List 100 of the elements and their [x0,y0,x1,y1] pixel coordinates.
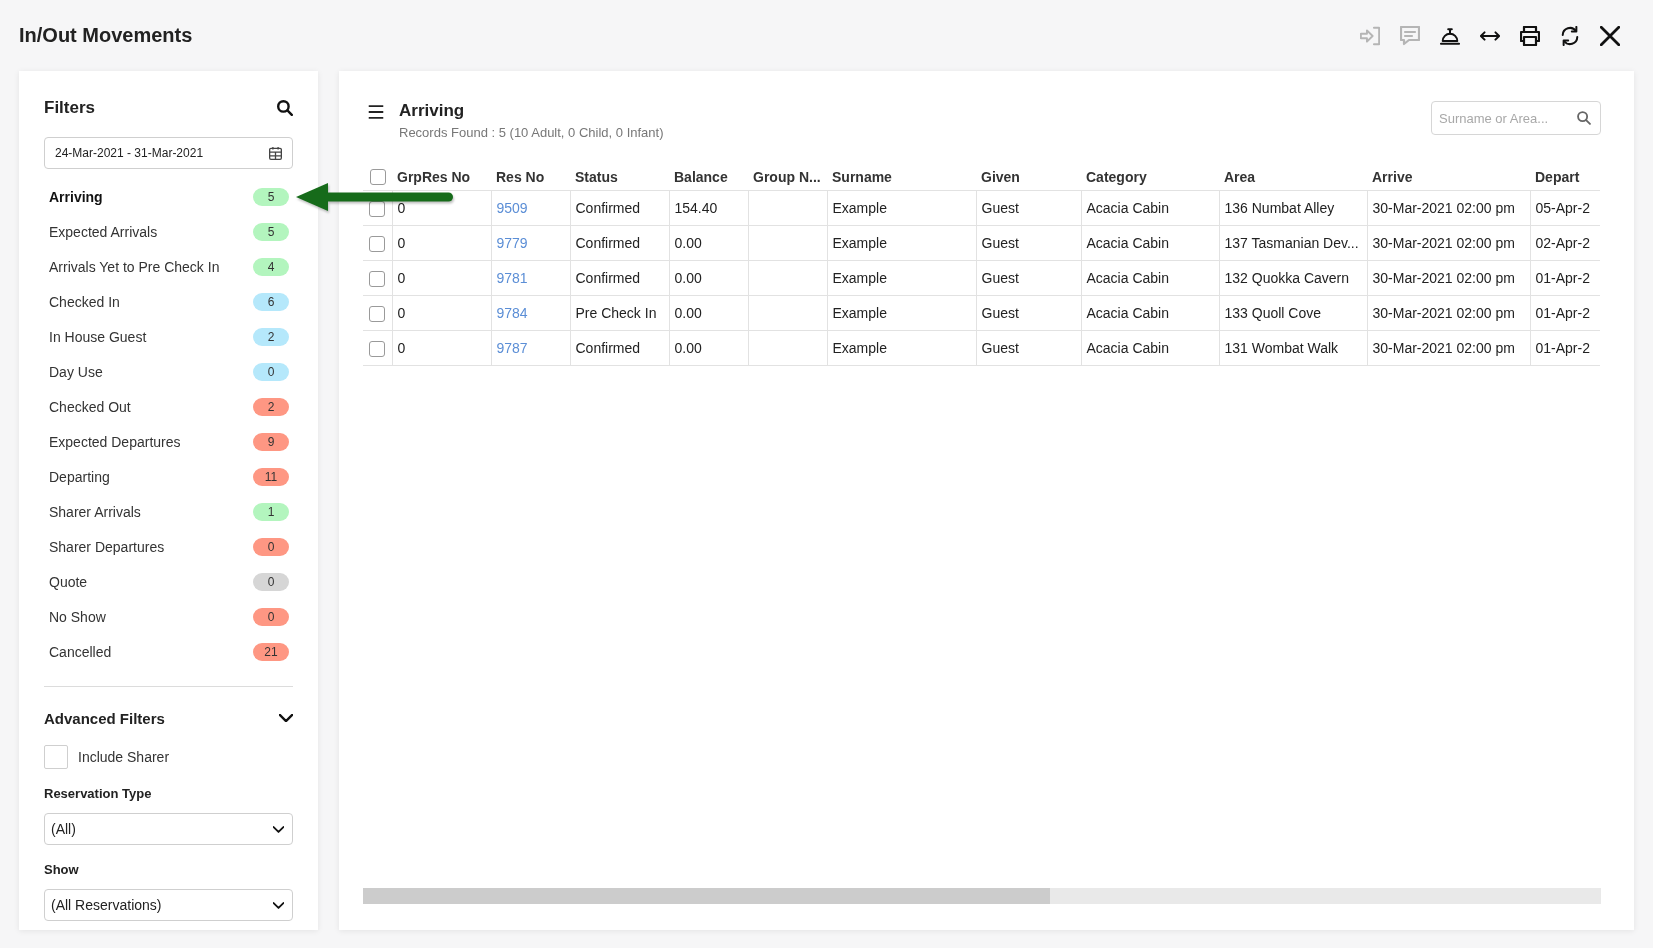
panel-title: Filters [44,98,96,118]
row-checkbox[interactable] [369,270,386,287]
date-range-field[interactable]: 24-Mar-2021 - 31-Mar-2021 [44,137,293,169]
filter-item[interactable]: Checked In 6 [44,284,293,319]
table-cell: 0.00 [674,305,702,321]
table-cell: Confirmed [575,270,641,286]
row-checkbox[interactable] [369,235,386,252]
dropdown[interactable]: (All) [44,813,293,845]
table-cell: Acacia Cabin [1086,305,1169,321]
count-badge: 5 [253,222,289,241]
column-header: Status [575,168,618,185]
filter-item[interactable]: Arriving 5 [44,179,293,214]
table-cell: Confirmed [575,235,641,251]
table-cell: 30-Mar-2021 02:00 pm [1372,340,1515,356]
table-cell: Example [832,235,887,251]
table-cell: Example [832,200,887,216]
list-title: Arriving [399,101,465,121]
checkbox[interactable] [44,745,68,769]
table-cell: 0 [397,270,406,286]
select-all-checkbox[interactable] [369,169,386,186]
table-cell: 137 Tasmanian Dev... [1224,235,1359,251]
filter-item[interactable]: Departing 11 [44,459,293,494]
filter-item[interactable]: Expected Arrivals 5 [44,214,293,249]
count-badge: 5 [253,187,289,206]
double-arrow-icon[interactable] [1480,30,1500,41]
row-checkbox[interactable] [369,340,386,357]
count-badge: 4 [253,257,289,276]
table-cell: Pre Check In [575,305,657,321]
column-header: GrpRes No [397,168,471,185]
table-cell: 30-Mar-2021 02:00 pm [1372,200,1515,216]
table-cell: Guest [981,340,1019,356]
table-cell: 0.00 [674,235,702,251]
calendar-icon[interactable] [269,146,282,160]
table-cell: 136 Numbat Alley [1224,200,1335,216]
table-cell: Confirmed [575,200,641,216]
table-cell: 0 [397,305,406,321]
count-badge: 11 [253,467,289,486]
filter-item[interactable]: Quote 0 [44,564,293,599]
table-cell: 05-Apr-2 [1535,200,1590,216]
chevron-down-icon [273,901,284,909]
column-header: Given [981,168,1020,185]
count-badge: 0 [253,607,289,626]
filter-item[interactable]: Sharer Arrivals 1 [44,494,293,529]
printer-icon[interactable] [1520,25,1540,46]
field-label: Reservation Type [44,785,152,803]
filter-item[interactable]: Checked Out 2 [44,389,293,424]
filter-item[interactable]: Cancelled 21 [44,634,293,669]
scrollbar-thumb[interactable] [363,888,1051,904]
table-cell: 0 [397,200,406,216]
filter-item[interactable]: Expected Departures 9 [44,424,293,459]
row-checkbox[interactable] [369,305,386,322]
table-cell: 133 Quoll Cove [1224,305,1321,321]
table-cell: Guest [981,235,1019,251]
count-badge: 1 [253,502,289,521]
menu-icon[interactable] [368,105,384,119]
table-cell: Acacia Cabin [1086,200,1169,216]
table-cell: 154.40 [674,200,718,216]
dropdown[interactable]: (All Reservations) [44,889,293,921]
table-cell: 01-Apr-2 [1535,340,1590,356]
count-badge: 0 [253,572,289,591]
table-cell: 0.00 [674,270,702,286]
table-cell: Acacia Cabin [1086,340,1169,356]
close-icon[interactable] [1600,25,1620,46]
table-cell: 0 [397,235,406,251]
filter-item[interactable]: In House Guest 2 [44,319,293,354]
table-cell: Guest [981,305,1019,321]
section-title: Advanced Filters [44,709,165,727]
field-label: Show [44,861,79,879]
filter-item[interactable]: No Show 0 [44,599,293,634]
column-header: Surname [832,168,892,185]
window-title: In/Out Movements [19,24,193,47]
column-header: Balance [674,168,728,185]
column-header: Group N... [753,168,821,185]
search-field[interactable]: Surname or Area... [1431,101,1601,135]
table-cell: Example [832,340,887,356]
checkbox-label: Include Sharer [78,749,170,765]
filter-item[interactable]: Day Use 0 [44,354,293,389]
table-cell: Confirmed [575,340,641,356]
count-badge: 6 [253,292,289,311]
count-badge: 0 [253,537,289,556]
bell-icon[interactable] [1440,25,1460,46]
table-cell: 30-Mar-2021 02:00 pm [1372,270,1515,286]
table-cell: Example [832,270,887,286]
filter-item[interactable]: Sharer Departures 0 [44,529,293,564]
table-cell: 01-Apr-2 [1535,305,1590,321]
table-cell: 132 Quokka Cavern [1224,270,1350,286]
table-cell: 01-Apr-2 [1535,270,1590,286]
count-badge: 21 [253,642,289,661]
search-icon[interactable] [277,100,293,116]
table-cell: Acacia Cabin [1086,270,1169,286]
table-cell: 131 Wombat Walk [1224,340,1339,356]
table-cell: 0.00 [674,340,702,356]
table-cell: Guest [981,200,1019,216]
refresh-icon[interactable] [1560,25,1580,46]
count-badge: 9 [253,432,289,451]
filter-item[interactable]: Arrivals Yet to Pre Check In 4 [44,249,293,284]
chevron-down-icon[interactable] [279,714,293,722]
table-cell: 0 [397,340,406,356]
table-cell: 30-Mar-2021 02:00 pm [1372,235,1515,251]
records-summary: Records Found : 5 (10 Adult, 0 Child, 0 Infant) [399,124,664,142]
